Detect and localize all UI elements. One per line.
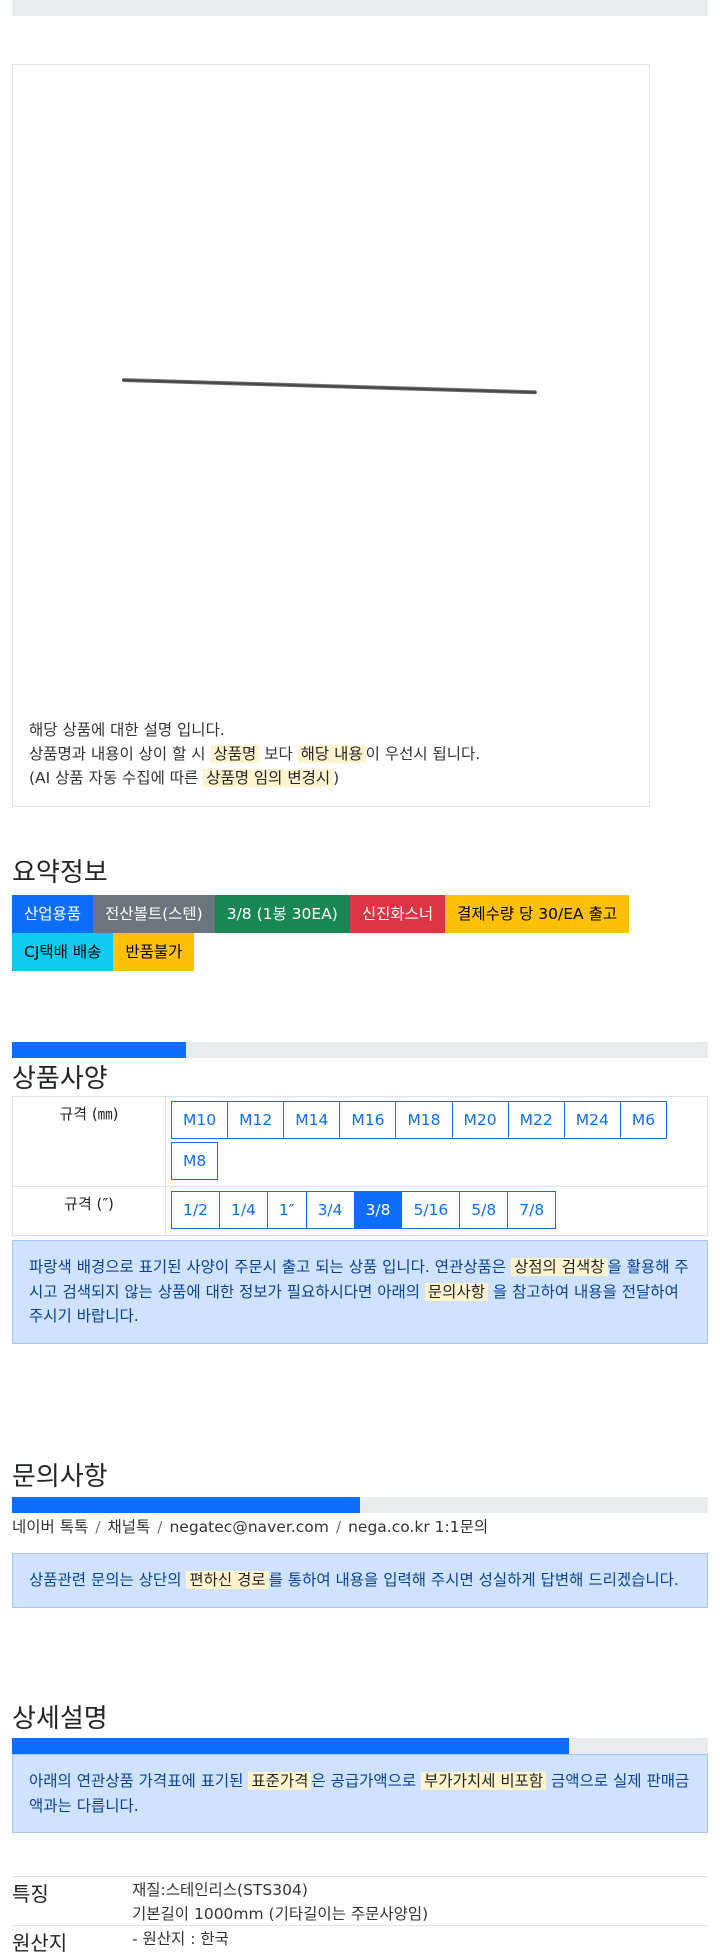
top-progress-bar — [12, 0, 708, 16]
spec-option[interactable]: 5/8 — [459, 1191, 509, 1229]
inquiry-channel-link[interactable]: 네이버 톡톡 — [12, 1518, 88, 1536]
feature-line: 재질:스테인리스(STS304) — [132, 1881, 308, 1899]
summary-badge: CJ택배 배송 — [12, 933, 114, 971]
spec-option[interactable]: 1/4 — [218, 1191, 268, 1229]
inquiry-notice: 상품관련 문의는 상단의 편하신 경로 를 통하여 내용을 입력해 주시면 성실하… — [12, 1553, 708, 1608]
features-row: 특징 재질:스테인리스(STS304) 기본길이 1000mm (기타길이는 주문… — [12, 1876, 708, 1925]
inquiry-notice-text: 상품관련 문의는 상단의 — [29, 1571, 187, 1589]
detail-notice-text: 은 공급가액으로 — [311, 1772, 422, 1790]
summary-badge: 반품불가 — [113, 933, 195, 971]
summary-badge: 3/8 (1봉 30EA) — [214, 895, 350, 933]
spec-notice-highlight: 상점의 검색창 — [511, 1258, 608, 1276]
description-highlight: 상품명 — [210, 745, 260, 763]
origin-label: 원산지 — [12, 1931, 68, 1955]
description-text: (AI 상품 자동 수집에 따른 — [29, 769, 204, 787]
spec-row-label: 규격 (㎜) — [12, 1096, 166, 1187]
summary-title: 요약정보 — [12, 858, 108, 888]
origin-row: 원산지 - 원산지 : 한국 — [12, 1925, 708, 1960]
spec-option[interactable]: M10 — [171, 1101, 229, 1139]
spec-title: 상품사양 — [12, 1064, 108, 1094]
channel-separator: / — [335, 1518, 342, 1536]
spec-progress-fill — [12, 1042, 186, 1058]
summary-badge: 결제수량 당 30/EA 출고 — [445, 895, 630, 933]
spec-row-options: 1/2 1/4 1″ 3/4 3/8 5/16 5/8 7/8 — [165, 1186, 708, 1236]
feature-line: 기본길이 1000mm (기타길이는 주문사양임) — [132, 1905, 429, 1923]
description-line: 해당 상품에 대한 설명 입니다. — [29, 718, 480, 742]
channel-separator: / — [157, 1518, 163, 1536]
summary-badges: 산업용품 전산볼트(스텐) 3/8 (1봉 30EA) 신진화스너 결제수량 당 30/… — [12, 895, 702, 971]
spec-row-label: 규격 (″) — [12, 1186, 166, 1236]
inquiry-channel-link[interactable]: 채널톡 — [107, 1518, 150, 1536]
spec-option[interactable]: M12 — [227, 1101, 285, 1139]
summary-badge: 신진화스너 — [349, 895, 446, 933]
description-line: (AI 상품 자동 수집에 따른 상품명 임의 변경시) — [29, 766, 480, 790]
inquiry-channels: 네이버 톡톡 / 채널톡 / negatec@naver.com / nega.co.kr … — [12, 1515, 488, 1537]
spec-option[interactable]: M22 — [507, 1101, 565, 1139]
spec-option[interactable]: 3/4 — [305, 1191, 355, 1229]
detail-progress — [12, 1738, 708, 1754]
description-highlight: 상품명 임의 변경시 — [203, 769, 334, 787]
description-highlight: 해당 내용 — [297, 745, 366, 763]
spec-option[interactable]: M14 — [283, 1101, 341, 1139]
inquiry-progress — [12, 1497, 708, 1513]
spec-option[interactable]: M6 — [619, 1101, 668, 1139]
inquiry-channel-link[interactable]: negatec@naver.com — [169, 1518, 328, 1536]
inquiry-title: 문의사항 — [12, 1462, 108, 1492]
detail-progress-fill — [12, 1738, 569, 1754]
description-text: 해당 상품에 대한 설명 입니다. — [29, 721, 225, 739]
detail-notice-highlight: 부가가치세 비포함 — [421, 1772, 547, 1790]
spec-progress — [12, 1042, 708, 1058]
summary-badge: 산업용품 — [12, 895, 94, 933]
features-value: 재질:스테인리스(STS304) 기본길이 1000mm (기타길이는 주문사양임… — [132, 1878, 428, 1926]
detail-notice: 아래의 연관상품 가격표에 표기된 표준가격 은 공급가액으로 부가가치세 비포함… — [12, 1754, 708, 1833]
spec-notice-highlight: 문의사항 — [424, 1282, 488, 1301]
channel-separator: / — [95, 1518, 101, 1536]
spec-option[interactable]: M16 — [339, 1101, 397, 1139]
spec-option[interactable]: 1″ — [266, 1191, 307, 1229]
inquiry-channel-link[interactable]: nega.co.kr 1:1문의 — [348, 1518, 488, 1536]
description-line: 상품명과 내용이 상이 할 시 상품명 보다 해당 내용 이 우선시 됩니다. — [29, 742, 480, 766]
spec-option-selected[interactable]: 3/8 — [353, 1191, 403, 1229]
product-image-card — [12, 64, 650, 807]
spec-option[interactable]: 1/2 — [171, 1191, 220, 1229]
spec-notice: 파랑색 배경으로 표기된 사양이 주문시 출고 되는 상품 입니다. 연관상품은… — [12, 1240, 708, 1344]
product-description: 해당 상품에 대한 설명 입니다. 상품명과 내용이 상이 할 시 상품명 보다 … — [29, 718, 480, 790]
spec-notice-text: 파랑색 배경으로 표기된 사양이 주문시 출고 되는 상품 입니다. 연관상품은 — [29, 1258, 511, 1276]
description-text: 보다 — [259, 745, 298, 763]
inquiry-notice-highlight: 편하신 경로 — [186, 1571, 269, 1589]
description-text: ) — [333, 769, 340, 787]
detail-notice-text: 아래의 연관상품 가격표에 표기된 — [29, 1772, 249, 1790]
detail-title: 상세설명 — [12, 1704, 108, 1734]
spec-option[interactable]: M18 — [395, 1101, 453, 1139]
description-text: 이 우선시 됩니다. — [365, 745, 481, 763]
spec-option[interactable]: M20 — [451, 1101, 509, 1139]
inquiry-progress-fill — [12, 1497, 360, 1513]
detail-notice-highlight: 표준가격 — [248, 1772, 312, 1790]
spec-row: 규격 (㎜) M10 M12 M14 M16 M18 M20 M22 M24 M6 M8 — [12, 1096, 708, 1187]
spec-table-wrap: 규격 (㎜) M10 M12 M14 M16 M18 M20 M22 M24 M6 M8 규격 (″)… — [12, 1096, 708, 1236]
summary-badge: 전산볼트(스텐) — [93, 895, 215, 933]
spec-option[interactable]: M24 — [563, 1101, 621, 1139]
spec-option[interactable]: M8 — [171, 1142, 219, 1180]
origin-value: - 원산지 : 한국 — [132, 1930, 229, 1948]
features-label: 특징 — [12, 1882, 49, 1906]
spec-option[interactable]: 5/16 — [401, 1191, 461, 1229]
inquiry-notice-text: 를 통하여 내용을 입력해 주시면 성실하게 답변해 드리겠습니다. — [268, 1571, 679, 1589]
spec-table: 규격 (㎜) M10 M12 M14 M16 M18 M20 M22 M24 M6 M8 규격 (″)… — [12, 1096, 708, 1236]
spec-option[interactable]: 7/8 — [507, 1191, 557, 1229]
spec-row: 규격 (″) 1/2 1/4 1″ 3/4 3/8 5/16 5/8 7/8 — [12, 1186, 708, 1236]
spec-row-options: M10 M12 M14 M16 M18 M20 M22 M24 M6 M8 — [165, 1096, 708, 1187]
description-text: 상품명과 내용이 상이 할 시 — [29, 745, 211, 763]
